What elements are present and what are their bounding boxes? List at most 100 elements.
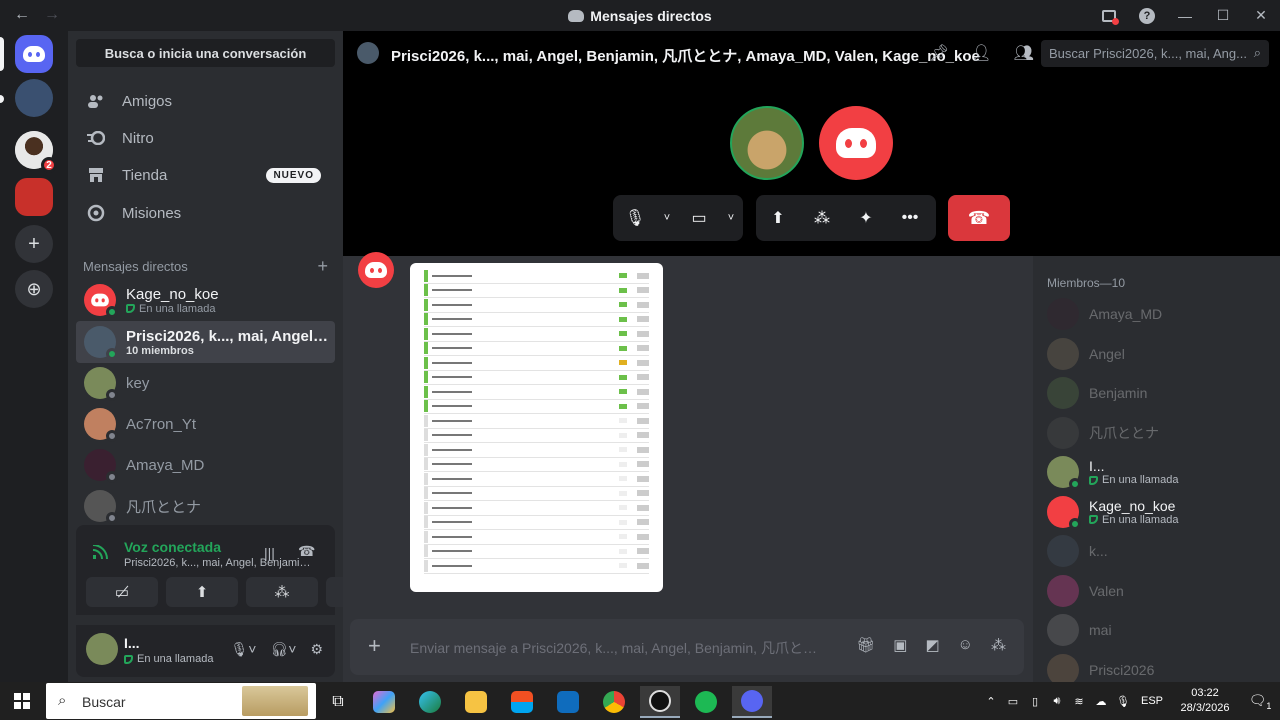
status-dot — [106, 348, 118, 360]
copilot-icon[interactable] — [364, 686, 404, 718]
discord-taskbar-icon[interactable] — [732, 686, 772, 718]
sticker-icon[interactable]: ◩ — [925, 636, 939, 654]
participant-avatar[interactable] — [730, 106, 804, 180]
nav-quests[interactable]: Misiones — [76, 195, 335, 231]
server-icon-1[interactable] — [15, 79, 53, 117]
notification-center-icon[interactable]: 🗨︎1 — [1240, 692, 1280, 711]
maximize-button[interactable]: ☐ — [1204, 0, 1242, 31]
discover-button[interactable]: ⊕ — [15, 270, 53, 308]
phone-hangup-icon: ☎ — [967, 207, 991, 228]
camera-off-button[interactable]: ▭̸ — [86, 577, 158, 607]
avatar — [84, 367, 118, 401]
member-name: k... — [1089, 543, 1108, 559]
member-item[interactable]: Valen — [1047, 573, 1277, 609]
find-conversation-button[interactable]: Busca o inicia una conversación — [76, 39, 335, 67]
member-item[interactable]: I... En una llamada — [1047, 454, 1277, 490]
headphones-icon[interactable]: 🎧︎˅ — [270, 641, 296, 658]
camera-off-button[interactable]: ▭ — [677, 208, 721, 228]
close-button[interactable]: ✕ — [1242, 0, 1280, 31]
network-icon[interactable]: ≋ — [1068, 695, 1090, 708]
spotify-icon[interactable] — [686, 686, 726, 718]
outlook-icon[interactable] — [548, 686, 588, 718]
microphone-tray-icon[interactable]: 🎙︎ — [1112, 695, 1134, 708]
image-attachment[interactable] — [410, 263, 663, 592]
settings-gear-icon[interactable]: ⚙ — [310, 641, 323, 658]
task-view-icon[interactable]: ⧉ — [318, 686, 358, 718]
user-avatar[interactable] — [86, 633, 118, 665]
dm-item-ac7ron[interactable]: Ac7ron_Yt — [76, 403, 335, 445]
clock[interactable]: 03:22 28/3/2026 — [1170, 686, 1240, 716]
emoji-icon[interactable]: ☺ — [958, 636, 973, 654]
cloud-icon[interactable]: ☁ — [1090, 695, 1112, 708]
voice-channel-link[interactable]: Prisci2026, k..., mai, Angel, Benjamin, … — [124, 557, 314, 569]
microphone-button[interactable]: 🎙︎ — [613, 208, 657, 228]
hangup-button[interactable]: ☎ — [948, 195, 1010, 241]
file-explorer-icon[interactable] — [456, 686, 496, 718]
soundboard-icon[interactable]: ✦ — [844, 208, 888, 228]
add-server-button[interactable]: + — [15, 225, 53, 263]
volume-icon[interactable]: 🔊︎ — [1046, 695, 1068, 708]
nav-nitro[interactable]: Nitro — [76, 120, 335, 156]
noise-suppression-icon[interactable]: ||| — [264, 545, 275, 561]
dm-avatar-unread[interactable]: 2 — [15, 131, 57, 173]
tray-app-icon[interactable]: ▭ — [1002, 695, 1024, 708]
channel-search-input[interactable]: Buscar Prisci2026, k..., mai, Ang... ⌕ — [1041, 40, 1269, 67]
chevron-up-icon[interactable]: ⌃ — [980, 695, 1002, 708]
nav-shop[interactable]: Tienda NUEVO — [76, 157, 335, 193]
attach-plus-icon[interactable]: + — [368, 633, 381, 659]
edge-icon[interactable] — [410, 686, 450, 718]
create-dm-button[interactable]: + — [317, 256, 328, 277]
activities-button[interactable]: ⁂ — [246, 577, 318, 607]
gif-icon[interactable]: ▣ — [893, 636, 907, 654]
disconnect-icon[interactable]: ☎ — [298, 543, 315, 560]
store-icon[interactable] — [502, 686, 542, 718]
dm-item-kage[interactable]: Kage_no_koe En una llamada — [76, 279, 335, 321]
minimize-button[interactable]: — — [1166, 0, 1204, 31]
member-item[interactable]: Benjamin — [1047, 375, 1277, 411]
more-icon[interactable]: ••• — [888, 209, 932, 227]
chevron-down-icon[interactable]: ˅ — [721, 212, 741, 224]
dm-item-amaya[interactable]: Amaya_MD — [76, 444, 335, 486]
nav-friends[interactable]: Amigos — [76, 83, 335, 119]
inbox-button[interactable] — [1090, 0, 1128, 31]
add-friends-icon[interactable]: 👤︎ — [971, 43, 991, 63]
channel-name[interactable]: Prisci2026, k..., mai, Angel, Benjamin, … — [391, 45, 980, 66]
member-item[interactable]: Kage_no_koe En una llamada — [1047, 494, 1277, 530]
message-composer[interactable]: + Enviar mensaje a Prisci2026, k..., mai… — [350, 619, 1024, 675]
avatar — [1047, 298, 1079, 330]
phone-icon — [126, 304, 135, 313]
home-dm-button[interactable] — [15, 35, 53, 73]
microphone-icon[interactable]: 🎙︎˅ — [231, 641, 257, 658]
gift-icon[interactable]: 🎁︎ — [856, 636, 875, 654]
help-button[interactable]: ? — [1128, 0, 1166, 31]
discord-icon — [23, 46, 45, 62]
dm-item-key[interactable]: key — [76, 362, 335, 404]
message-author-avatar[interactable] — [358, 252, 394, 288]
screen-share-button[interactable]: ⬆ — [166, 577, 238, 607]
member-item[interactable]: k... — [1047, 533, 1277, 569]
members-icon[interactable]: 👥︎ — [1014, 43, 1034, 63]
participant-avatar[interactable] — [819, 106, 893, 180]
attachment-row — [424, 501, 649, 516]
member-item[interactable]: 凡爪ととナ — [1047, 415, 1277, 451]
member-item[interactable]: mai — [1047, 612, 1277, 648]
search-icon: ⌕ — [58, 692, 67, 709]
member-item[interactable]: Amaya_MD — [1047, 296, 1277, 332]
member-item[interactable]: Angel — [1047, 336, 1277, 372]
status-dot — [106, 471, 118, 483]
screen-share-icon[interactable]: ⬆ — [756, 208, 800, 228]
chrome-icon[interactable] — [594, 686, 634, 718]
taskbar-search[interactable]: ⌕ Buscar — [46, 683, 316, 719]
message-input[interactable]: Enviar mensaje a Prisci2026, k..., mai, … — [410, 638, 820, 658]
chevron-down-icon[interactable]: ˅ — [657, 212, 677, 224]
dm-item-kanji[interactable]: 凡爪ととナ — [76, 485, 335, 527]
apps-icon[interactable]: ⁂ — [991, 636, 1006, 654]
dm-item-group[interactable]: Prisci2026, k..., mai, Angel, Be... 10 mi… — [76, 321, 335, 363]
pin-icon[interactable]: 📌︎ — [929, 43, 949, 63]
language-indicator[interactable]: ESP — [1134, 695, 1170, 707]
obs-icon[interactable] — [640, 686, 680, 718]
server-icon-2[interactable] — [15, 178, 53, 216]
windows-start-icon[interactable] — [14, 693, 30, 709]
tray-app-icon[interactable]: ▯ — [1024, 695, 1046, 708]
activities-icon[interactable]: ⁂ — [800, 208, 844, 228]
